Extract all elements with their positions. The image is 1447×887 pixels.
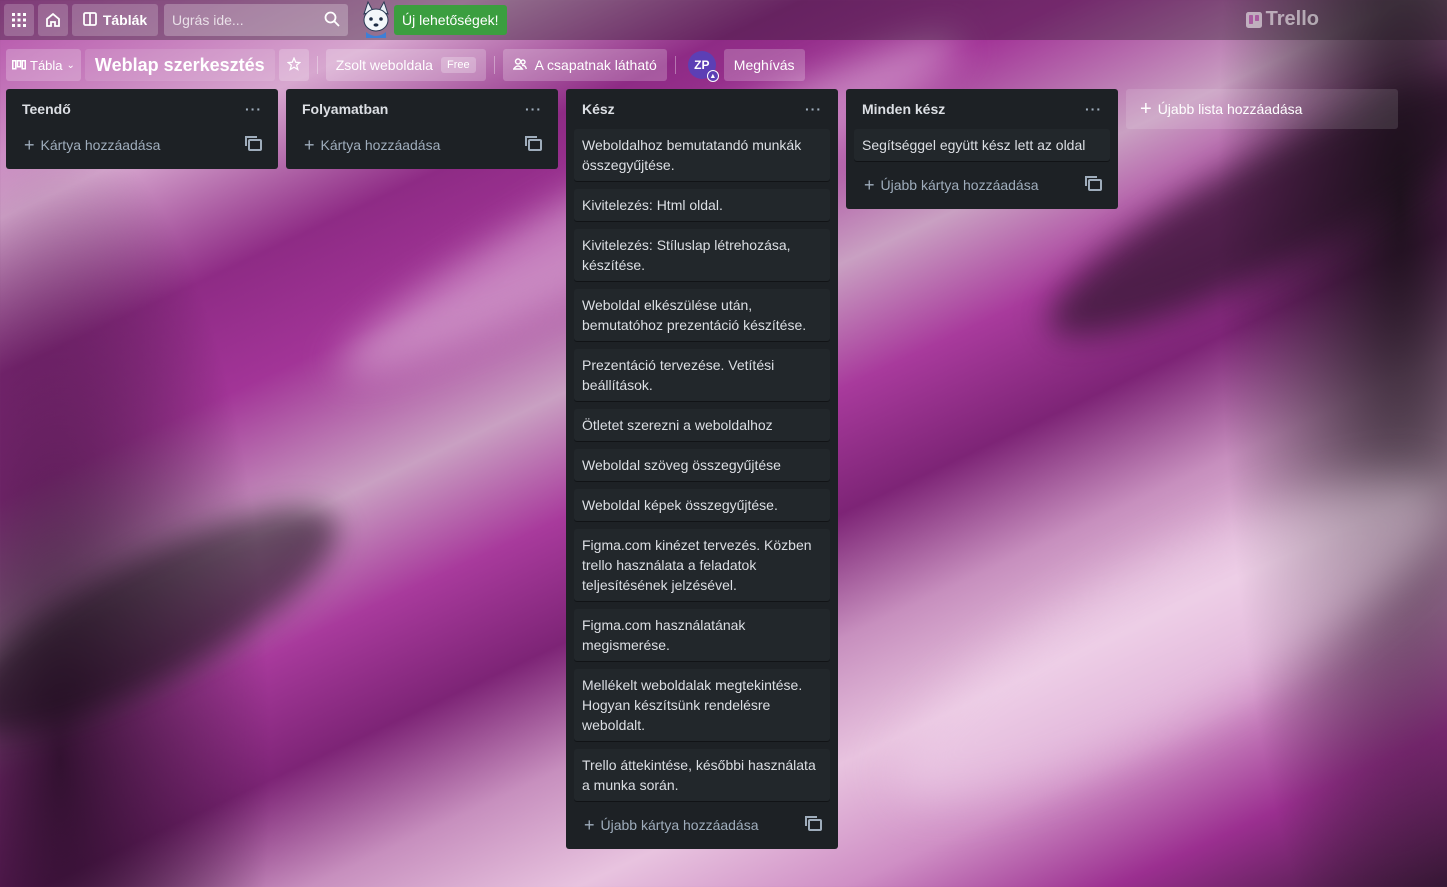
add-card-row: + Kártya hozzáadása (14, 129, 270, 161)
add-card-label: Újabb kártya hozzáadása (880, 177, 1039, 193)
card[interactable]: Weboldal elkészülése után, bemutatóhoz p… (574, 289, 830, 341)
card[interactable]: Segítséggel együtt kész lett az oldal (854, 129, 1110, 161)
plan-badge: Free (440, 57, 476, 73)
card-template-icon[interactable] (525, 136, 542, 151)
search-box[interactable] (164, 4, 348, 36)
search-icon[interactable] (324, 11, 340, 30)
add-card-button[interactable]: + Kártya hozzáadása (24, 135, 160, 156)
admin-badge-icon: ▲ (706, 70, 719, 82)
plus-icon: + (584, 814, 595, 835)
trello-logo-icon (1245, 11, 1262, 28)
add-card-row: + Kártya hozzáadása (294, 129, 550, 161)
add-card-button[interactable]: + Kártya hozzáadása (304, 135, 440, 156)
trello-logo[interactable]: Trello (1245, 8, 1319, 31)
list-todo: Teendő ··· + Kártya hozzáadása (6, 89, 278, 169)
star-button[interactable] (278, 49, 309, 81)
invite-button[interactable]: Meghívás (723, 49, 805, 81)
card[interactable]: Kivitelezés: Html oldal. (574, 189, 830, 221)
list-all-done: Minden kész ··· Segítséggel együtt kész … (846, 89, 1118, 209)
boards-icon (82, 11, 97, 29)
avatar[interactable]: ZP ▲ (687, 51, 719, 82)
workspace-button[interactable]: Zsolt weboldala Free (325, 49, 486, 81)
add-card-label: Újabb kártya hozzáadása (600, 817, 759, 833)
list-title[interactable]: Teendő (22, 101, 71, 117)
plus-icon: + (1140, 97, 1152, 120)
separator (316, 56, 318, 74)
card[interactable]: Ötletet szerezni a weboldalhoz (574, 409, 830, 441)
more-dots-icon[interactable]: ··· (245, 101, 262, 117)
card[interactable]: Figma.com kinézet tervezés. Közben trell… (574, 529, 830, 601)
board-view-icon (12, 58, 26, 73)
add-card-button[interactable]: + Újabb kártya hozzáadása (864, 175, 1039, 196)
list-in-progress: Folyamatban ··· + Kártya hozzáadása (286, 89, 558, 169)
star-icon (286, 56, 302, 74)
chevron-down-icon: ⌄ (66, 59, 75, 71)
taco-mascot-icon[interactable] (356, 0, 396, 40)
card-template-icon[interactable] (805, 816, 822, 831)
list-title[interactable]: Minden kész (862, 101, 945, 117)
list-done: Kész ··· Weboldalhoz bemutatandó munkák … (566, 89, 838, 849)
logo-text: Trello (1265, 8, 1319, 30)
view-switcher-button[interactable]: Tábla ⌄ (6, 49, 81, 81)
list-header[interactable]: Minden kész ··· (854, 89, 1110, 129)
view-label: Tábla (30, 57, 63, 73)
new-features-button[interactable]: Új lehetőségek! (394, 5, 507, 35)
workspace-label: Zsolt weboldala (335, 57, 433, 73)
plus-icon: + (24, 134, 35, 155)
add-card-label: Kártya hozzáadása (320, 137, 441, 153)
add-card-button[interactable]: + Újabb kártya hozzáadása (584, 815, 759, 836)
team-visibility-icon (511, 57, 527, 73)
avatar-initials: ZP (694, 58, 710, 72)
board-title[interactable]: Weblap szerkesztés (84, 49, 275, 81)
top-navigation-bar: Táblák Új lehetőségek! (0, 0, 1447, 40)
card[interactable]: Trello áttekintése, későbbi használata a… (574, 749, 830, 801)
list-header[interactable]: Teendő ··· (14, 89, 270, 129)
add-card-label: Kártya hozzáadása (40, 137, 161, 153)
search-input[interactable] (172, 12, 312, 28)
apps-grid-icon[interactable] (4, 4, 34, 36)
card[interactable]: Weboldal szöveg összegyűjtése (574, 449, 830, 481)
more-dots-icon[interactable]: ··· (1085, 101, 1102, 117)
list-title[interactable]: Folyamatban (302, 101, 388, 117)
add-card-row: + Újabb kártya hozzáadása (854, 169, 1110, 201)
background-light-streak-2 (858, 423, 1447, 857)
list-header[interactable]: Kész ··· (574, 89, 830, 129)
plus-icon: + (304, 134, 315, 155)
card[interactable]: Figma.com használatának megismerése. (574, 609, 830, 661)
plus-icon: + (864, 174, 875, 195)
more-dots-icon[interactable]: ··· (805, 101, 822, 117)
add-list-label: Újabb lista hozzáadása (1157, 101, 1303, 117)
card[interactable]: Mellékelt weboldalak megtekintése. Hogya… (574, 669, 830, 741)
list-header[interactable]: Folyamatban ··· (294, 89, 550, 129)
board-header: Tábla ⌄ Weblap szerkesztés Zsolt webolda… (0, 40, 1447, 90)
list-title[interactable]: Kész (582, 101, 615, 117)
card[interactable]: Weboldal képek összegyűjtése. (574, 489, 830, 521)
background-dark-streak (0, 468, 364, 772)
card[interactable]: Kivitelezés: Stíluslap létrehozása, kész… (574, 229, 830, 281)
card[interactable]: Prezentáció tervezése. Vetítési beállítá… (574, 349, 830, 401)
add-list-button[interactable]: + Újabb lista hozzáadása (1126, 89, 1398, 129)
separator (674, 56, 676, 74)
boards-label: Táblák (102, 12, 148, 28)
add-card-row: + Újabb kártya hozzáadása (574, 809, 830, 841)
boards-button[interactable]: Táblák (72, 4, 158, 36)
card[interactable]: Weboldalhoz bemutatandó munkák összegyűj… (574, 129, 830, 181)
separator (493, 56, 495, 74)
visibility-button[interactable]: A csapatnak látható (502, 49, 667, 81)
visibility-label: A csapatnak látható (534, 57, 657, 73)
more-dots-icon[interactable]: ··· (525, 101, 542, 117)
card-template-icon[interactable] (1085, 176, 1102, 191)
card-template-icon[interactable] (245, 136, 262, 151)
home-icon[interactable] (38, 4, 68, 36)
